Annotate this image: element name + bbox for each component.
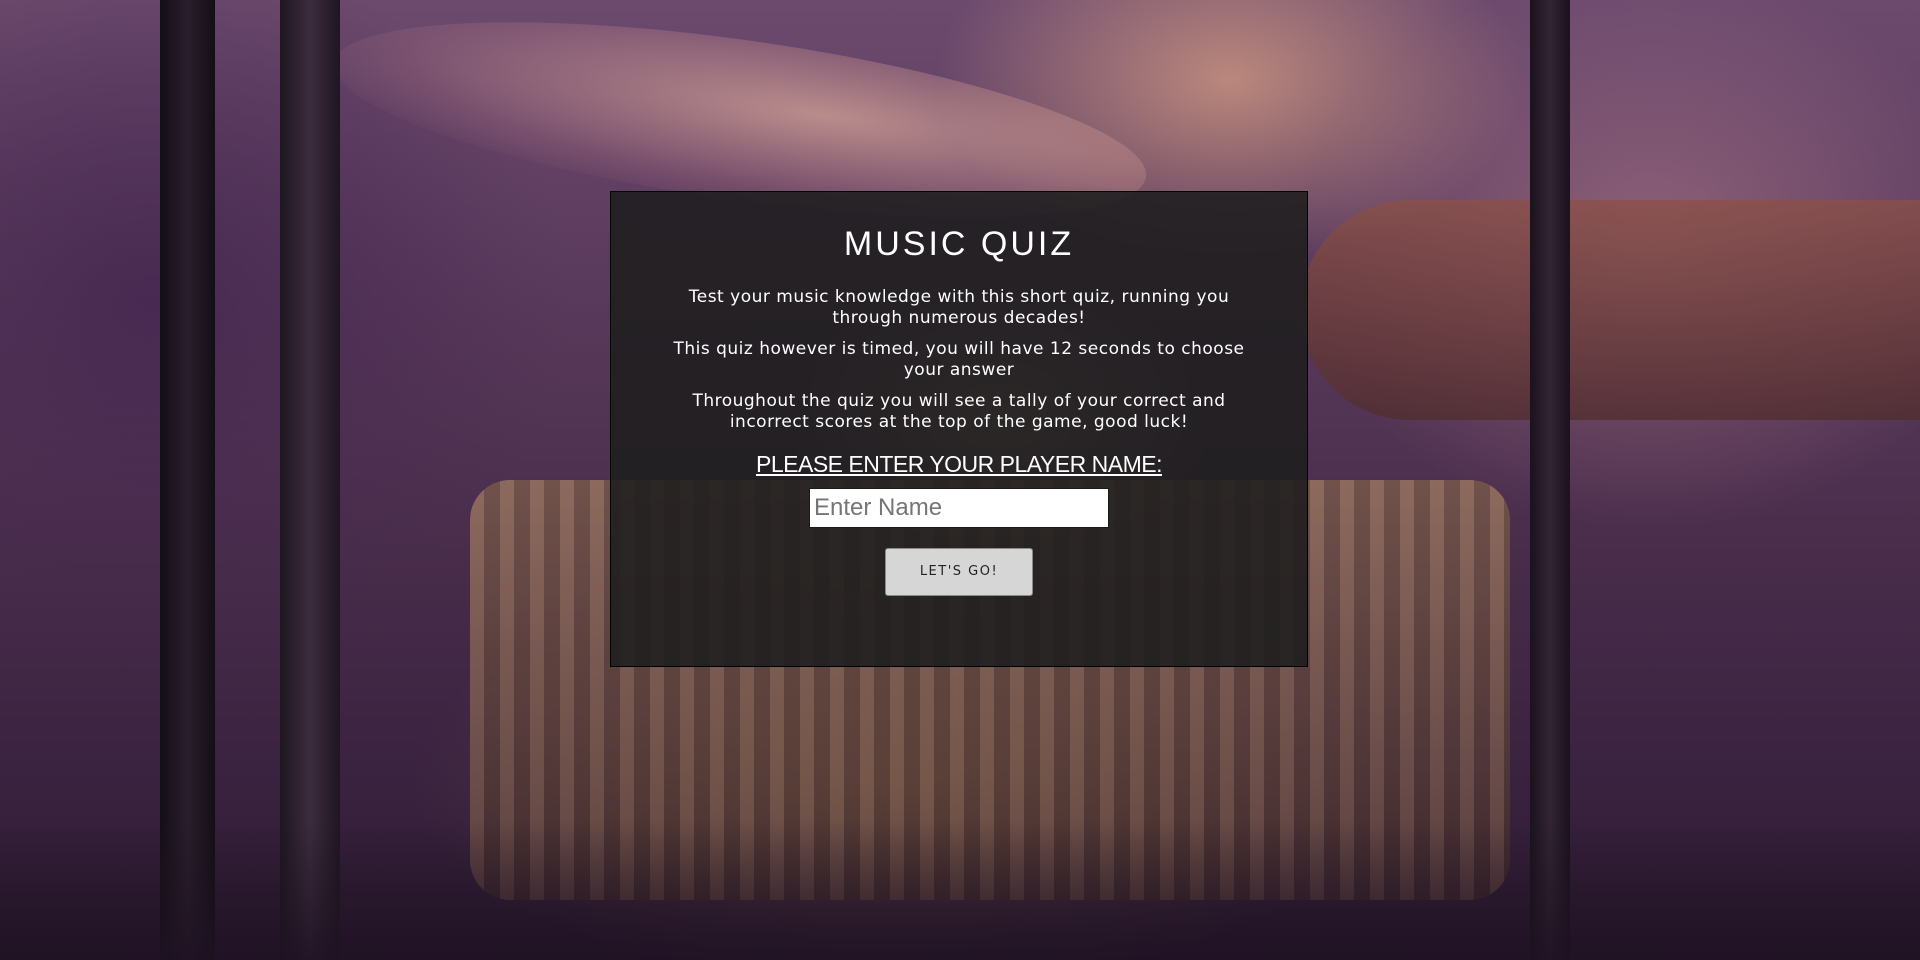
stage-floor [0,820,1920,960]
lets-go-button[interactable]: LET'S GO! [885,547,1033,596]
intro-paragraph: Test your music knowledge with this shor… [688,286,1230,328]
quiz-intro: Test your music knowledge with this shor… [659,287,1259,433]
player-name-heading: PLEASE ENTER YOUR PLAYER NAME: [756,450,1162,477]
drum-stand [1530,0,1570,960]
page-title: MUSIC QUIZ [843,225,1075,263]
drum-stand [160,0,215,960]
drummer-arm [1300,200,1920,420]
quiz-start-panel: MUSIC QUIZ Test your music knowledge wit… [610,191,1308,667]
intro-paragraph: This quiz however is timed, you will hav… [673,338,1245,380]
intro-paragraph: Throughout the quiz you will see a tally… [692,390,1226,432]
player-name-input[interactable] [809,487,1109,528]
drum-stand [280,0,340,960]
